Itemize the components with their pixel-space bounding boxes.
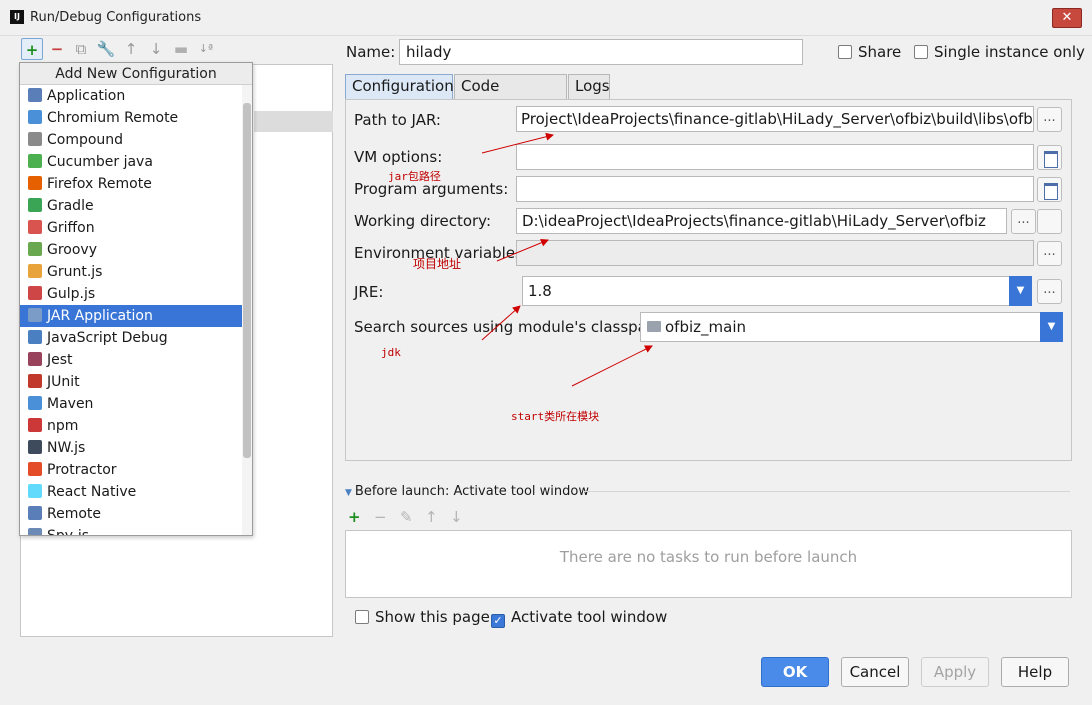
jdk-arrow [481,305,521,341]
add-configuration-popup: Add New Configuration Application Chromiu… [19,62,253,536]
config-type-label: Firefox Remote [47,176,152,192]
activate-tool-window-label: Activate tool window [511,608,668,626]
griffon-icon [28,220,42,234]
config-type-label: Remote [47,506,102,522]
config-type-label: JAR Application [47,308,153,324]
cancel-button[interactable]: Cancel [841,657,909,687]
config-type-item[interactable]: Jest [20,349,242,371]
jdk-annotation: jdk [381,346,401,359]
jar-icon [28,308,42,322]
cucumber-icon [28,154,42,168]
config-type-item[interactable]: Protractor [20,459,242,481]
config-type-item[interactable]: Cucumber java [20,151,242,173]
empty-tasks-text: There are no tasks to run before launch [559,548,858,566]
gulp-icon [28,286,42,300]
config-type-item[interactable]: npm [20,415,242,437]
show-page-checkbox[interactable]: Show this page [355,608,490,626]
config-type-item[interactable]: Griffon [20,217,242,239]
config-type-item[interactable]: JavaScript Debug [20,327,242,349]
before-launch-title: Before launch: Activate tool window [354,484,589,499]
protractor-icon [28,462,42,476]
show-page-checkbox-box[interactable] [355,610,369,624]
config-type-item[interactable]: Maven [20,393,242,415]
configuration-type-list[interactable]: Application Chromium Remote Compound Cucumb… [20,85,242,535]
jar-path-annotation: jar包路径 [388,170,441,183]
config-type-label: JUnit [47,374,80,390]
gradle-icon [28,198,42,212]
config-type-item[interactable]: Application [20,85,242,107]
firefox-icon [28,176,42,190]
config-type-label: npm [47,418,79,434]
spyjs-icon [28,528,42,535]
before-launch-task-list[interactable]: There are no tasks to run before launch [345,530,1072,598]
jest-icon [28,352,42,366]
start-module-annotation: start类所在模块 [511,410,600,423]
config-type-item[interactable]: Groovy [20,239,242,261]
chromium-icon [28,110,42,124]
config-type-label: Cucumber java [47,154,153,170]
apply-button[interactable]: Apply [921,657,989,687]
config-type-label: Gradle [47,198,94,214]
move-task-down-icon[interactable]: ↓ [450,508,463,526]
add-task-button[interactable]: + [348,508,361,526]
project-address-annotation: 项目地址 [413,257,462,271]
edit-task-icon[interactable]: ✎ [400,508,413,526]
application-icon [28,88,42,102]
config-type-item[interactable]: Compound [20,129,242,151]
popup-scrollbar[interactable] [242,85,252,535]
module-arrow [571,345,653,387]
activate-tool-window-checkbox[interactable]: ✓ Activate tool window [491,608,667,628]
junit-icon [28,374,42,388]
config-type-label: Spy-js [47,528,89,535]
remove-task-button[interactable]: − [374,508,387,526]
config-type-item[interactable]: Gulp.js [20,283,242,305]
config-type-label: Groovy [47,242,97,258]
config-type-label: NW.js [47,440,86,456]
compound-icon [28,132,42,146]
before-launch-divider [584,491,1070,492]
config-type-label: Maven [47,396,94,412]
activate-checkbox-box[interactable]: ✓ [491,614,505,628]
config-type-label: Application [47,88,126,104]
config-type-label: Chromium Remote [47,110,179,126]
help-button[interactable]: Help [1001,657,1069,687]
remote-icon [28,506,42,520]
js-debug-icon [28,330,42,344]
config-type-label: JavaScript Debug [47,330,168,346]
popup-title: Add New Configuration [20,63,252,85]
scroll-thumb[interactable] [243,103,251,458]
config-type-item[interactable]: JUnit [20,371,242,393]
collapse-triangle-icon[interactable]: ▼ [345,488,352,498]
jar-arrow [481,132,554,154]
config-type-label: Griffon [47,220,95,236]
project-arrow [496,238,549,262]
move-task-up-icon[interactable]: ↑ [425,508,438,526]
ok-button[interactable]: OK [761,657,829,687]
config-type-item[interactable]: Grunt.js [20,261,242,283]
config-type-item[interactable]: Spy-js [20,525,242,535]
maven-icon [28,396,42,410]
npm-icon [28,418,42,432]
grunt-icon [28,264,42,278]
config-type-label: Protractor [47,462,117,478]
before-launch-header[interactable]: ▼ Before launch: Activate tool window [345,484,589,499]
config-type-label: Jest [47,352,73,368]
config-type-item[interactable]: Remote [20,503,242,525]
config-type-label: Gulp.js [47,286,96,302]
config-type-item[interactable]: Gradle [20,195,242,217]
react-icon [28,484,42,498]
config-type-item[interactable]: Firefox Remote [20,173,242,195]
config-type-item[interactable]: JAR Application [20,305,242,327]
config-type-item[interactable]: React Native [20,481,242,503]
config-type-label: React Native [47,484,137,500]
config-type-label: Grunt.js [47,264,103,280]
show-page-label: Show this page [375,608,490,626]
groovy-icon [28,242,42,256]
nwjs-icon [28,440,42,454]
config-type-item[interactable]: NW.js [20,437,242,459]
config-type-item[interactable]: Chromium Remote [20,107,242,129]
config-type-label: Compound [47,132,124,148]
